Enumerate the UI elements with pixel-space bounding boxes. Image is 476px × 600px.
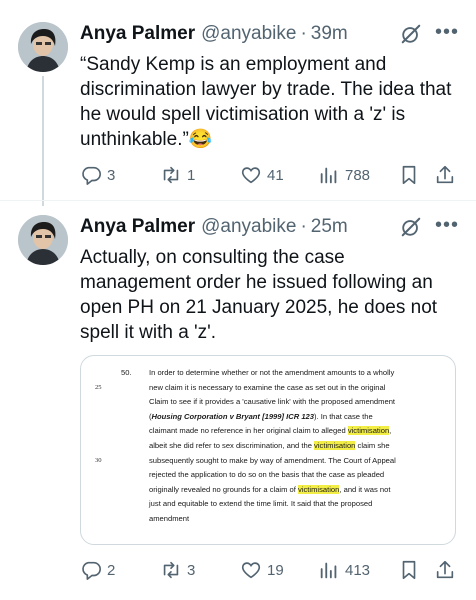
views-icon	[320, 167, 337, 184]
reply-icon	[82, 561, 101, 580]
document-line: albeit she did refer to sex discriminati…	[149, 440, 390, 450]
bookmark-button[interactable]	[398, 164, 420, 186]
repost-icon	[163, 561, 179, 579]
like-button[interactable]: 41	[240, 164, 284, 186]
author-handle[interactable]: @anyabike	[201, 216, 296, 238]
case-citation: Housing Corporation v Bryant [1999] ICR …	[151, 411, 314, 421]
repost-button[interactable]: 1	[160, 164, 195, 186]
grok-icon[interactable]	[400, 216, 422, 238]
document-line: just and equitable to extend the time li…	[149, 499, 373, 509]
document-line: claimant made no reference in her origin…	[149, 426, 392, 436]
bookmark-icon	[402, 165, 416, 185]
author-name[interactable]: Anya Palmer	[80, 216, 195, 238]
document-line: (Housing Corporation v Bryant [1999] ICR…	[149, 411, 373, 421]
repost-count: 3	[187, 561, 196, 579]
attached-document-image[interactable]: 25 30 50. In order to determine whether …	[80, 355, 456, 545]
tweet-text: Actually, on consulting the case managem…	[80, 247, 438, 343]
separator: ·	[300, 23, 307, 44]
share-icon	[436, 165, 454, 184]
timestamp[interactable]: 39m	[311, 23, 348, 45]
separator: ·	[300, 216, 307, 237]
like-count: 41	[267, 166, 284, 184]
reply-icon	[82, 166, 101, 185]
document-line: amendment	[149, 513, 190, 523]
heart-icon	[241, 562, 261, 579]
repost-count: 1	[187, 166, 196, 184]
timestamp[interactable]: 25m	[311, 216, 348, 238]
view-count: 413	[345, 561, 371, 579]
tweet-text: “Sandy Kemp is an employment and discrim…	[80, 54, 452, 150]
avatar-photo	[18, 22, 68, 72]
bookmark-icon	[402, 560, 416, 580]
like-button[interactable]: 19	[240, 559, 284, 581]
views-button[interactable]: 788	[318, 164, 370, 186]
document-line: rejected the application to do so on the…	[149, 470, 385, 480]
tweet[interactable]: Anya Palmer @anyabike · 39m ••• “Sandy K…	[0, 0, 476, 206]
avatar[interactable]	[18, 22, 68, 72]
author-name[interactable]: Anya Palmer	[80, 23, 195, 45]
view-count: 788	[345, 166, 371, 184]
heart-icon	[241, 167, 261, 184]
views-icon	[320, 562, 337, 579]
repost-icon	[163, 166, 179, 184]
document-line: In order to determine whether or not the…	[149, 368, 395, 377]
views-button[interactable]: 413	[318, 559, 370, 581]
document-line: Claim to see if it provides a 'causative…	[149, 397, 396, 407]
document-line: new claim it is necessary to examine the…	[149, 382, 386, 392]
share-button[interactable]	[434, 559, 456, 581]
more-options-icon[interactable]: •••	[434, 213, 460, 241]
action-bar: 3 1 41 788	[80, 160, 466, 190]
highlighted-word: victimisation	[298, 484, 340, 494]
repost-button[interactable]: 3	[160, 559, 195, 581]
tweet-header: Anya Palmer @anyabike · 39m •••	[80, 20, 464, 48]
author-handle[interactable]: @anyabike	[201, 23, 296, 45]
action-bar: 2 3 19 413	[80, 555, 466, 585]
tweet-header: Anya Palmer @anyabike · 25m •••	[80, 213, 464, 241]
document-line: originally revealed no grounds for a cla…	[149, 484, 391, 494]
reply-button[interactable]: 3	[80, 164, 115, 186]
reply-count: 2	[107, 561, 116, 579]
avatar-photo	[18, 215, 68, 265]
more-options-icon[interactable]: •••	[434, 20, 460, 48]
document-line: subsequently sought to make by way of am…	[149, 455, 396, 465]
line-number: 30	[95, 457, 102, 464]
share-button[interactable]	[434, 164, 456, 186]
share-icon	[436, 560, 454, 579]
reply-count: 3	[107, 166, 116, 184]
highlighted-word: victimisation	[347, 426, 390, 436]
highlighted-word: victimisation	[314, 440, 356, 450]
paragraph-number: 50.	[121, 368, 132, 377]
like-count: 19	[267, 561, 284, 579]
grok-icon[interactable]	[400, 23, 422, 45]
document-text: In order to determine whether or not the…	[149, 366, 445, 527]
thread-line	[42, 76, 44, 206]
reply-button[interactable]: 2	[80, 559, 115, 581]
avatar[interactable]	[18, 215, 68, 265]
line-number: 25	[95, 384, 102, 391]
bookmark-button[interactable]	[398, 559, 420, 581]
tweet[interactable]: Anya Palmer @anyabike · 25m ••• Actually…	[0, 200, 476, 600]
